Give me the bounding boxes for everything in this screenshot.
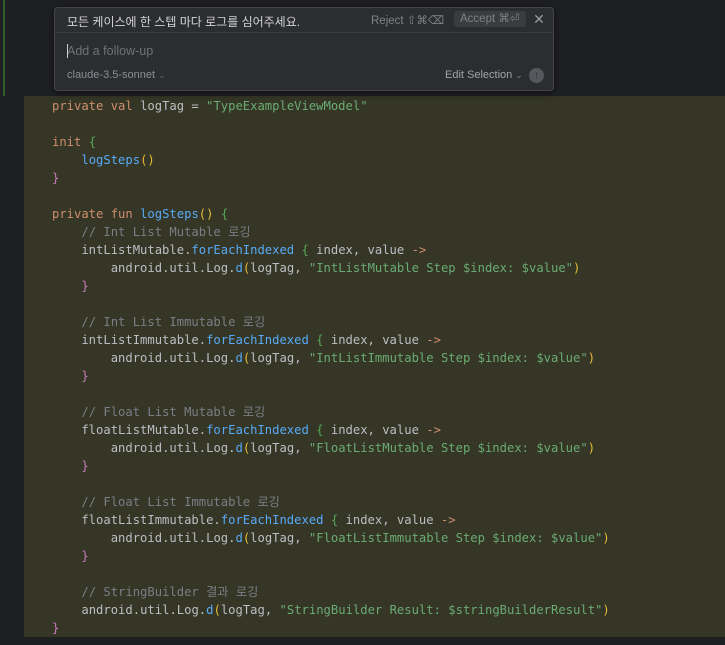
edit-selection-label: Edit Selection: [445, 69, 513, 81]
chevron-down-icon: ⌄: [158, 70, 166, 80]
reject-button[interactable]: Reject ⇧⌘⌫: [371, 13, 444, 27]
code-line[interactable]: // Int List Immutable 로깅: [52, 313, 265, 331]
model-name: claude-3.5-sonnet: [67, 69, 156, 81]
code-line[interactable]: private fun logSteps() {: [52, 205, 228, 223]
code-line[interactable]: init {: [52, 133, 96, 151]
code-line[interactable]: // Float List Mutable 로깅: [52, 403, 265, 421]
code-line[interactable]: // Int List Mutable 로깅: [52, 223, 250, 241]
code-line[interactable]: }: [52, 547, 88, 565]
code-line[interactable]: }: [52, 277, 88, 295]
code-line[interactable]: intListMutable.forEachIndexed { index, v…: [52, 241, 426, 259]
code-line[interactable]: android.util.Log.d(logTag, "FloatListMut…: [52, 439, 595, 457]
code-line[interactable]: android.util.Log.d(logTag, "IntListImmut…: [52, 349, 595, 367]
code-line[interactable]: // Float List Immutable 로깅: [52, 493, 280, 511]
chevron-down-icon: ⌄: [515, 70, 523, 80]
close-icon[interactable]: ✕: [531, 11, 547, 27]
popup-header: 모든 케이스에 한 스텝 마다 로그를 심어주세요. Reject ⇧⌘⌫ Ac…: [55, 8, 553, 33]
prompt-text: 모든 케이스에 한 스텝 마다 로그를 심어주세요.: [67, 15, 301, 29]
code-line[interactable]: }: [52, 457, 88, 475]
model-select[interactable]: claude-3.5-sonnet ⌄: [67, 69, 166, 81]
code-line[interactable]: // StringBuilder 결과 로깅: [52, 583, 258, 601]
code-line[interactable]: android.util.Log.d(logTag, "StringBuilde…: [52, 601, 609, 619]
text-caret: [67, 44, 68, 58]
code-line[interactable]: logSteps(): [52, 151, 154, 169]
code-line[interactable]: floatListImmutable.forEachIndexed { inde…: [52, 511, 455, 529]
code-line[interactable]: }: [52, 619, 59, 637]
ai-edit-popup: 모든 케이스에 한 스텝 마다 로그를 심어주세요. Reject ⇧⌘⌫ Ac…: [54, 7, 554, 91]
code-line[interactable]: private val logTag = "TypeExampleViewMod…: [52, 97, 368, 115]
code-line[interactable]: android.util.Log.d(logTag, "IntListMutab…: [52, 259, 581, 277]
code-line[interactable]: floatListMutable.forEachIndexed { index,…: [52, 421, 441, 439]
code-diff-area[interactable]: private val logTag = "TypeExampleViewMod…: [0, 96, 725, 645]
code-line[interactable]: }: [52, 169, 59, 187]
code-line[interactable]: intListImmutable.forEachIndexed { index,…: [52, 331, 441, 349]
edit-selection-dropdown[interactable]: Edit Selection ⌄: [445, 69, 523, 81]
code-line[interactable]: android.util.Log.d(logTag, "FloatListImm…: [52, 529, 610, 547]
arrow-up-icon[interactable]: ↑: [529, 68, 544, 83]
code-line[interactable]: }: [52, 367, 88, 385]
followup-input[interactable]: [67, 42, 537, 60]
accept-button[interactable]: Accept ⌘⏎: [454, 11, 526, 27]
editor-bottom-strip: [0, 637, 725, 645]
